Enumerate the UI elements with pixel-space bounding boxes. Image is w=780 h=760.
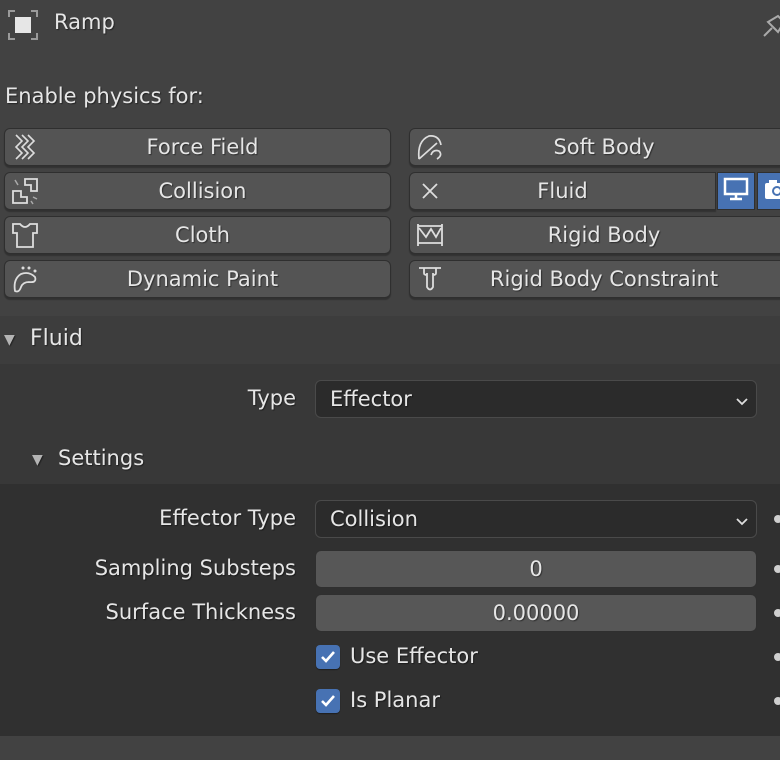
remove-x-icon[interactable] (410, 173, 450, 209)
sampling-substeps-label: Sampling Substeps (94, 556, 296, 580)
soft-body-icon (410, 129, 450, 165)
render-camera-icon (763, 177, 780, 205)
panel-footer (0, 736, 780, 760)
surface-thickness-field[interactable]: 0.00000 (315, 594, 757, 632)
keyframe-dot[interactable] (774, 697, 780, 705)
checkmark-icon (321, 651, 335, 663)
enable-physics-label: Enable physics for: (5, 84, 204, 108)
force-field-button[interactable]: Force Field (4, 128, 391, 166)
collapse-triangle-icon: ▼ (4, 332, 15, 348)
rigid-body-constraint-icon (410, 261, 450, 297)
cloth-button[interactable]: Cloth (4, 216, 391, 254)
rigid-body-label: Rigid Body (547, 223, 661, 247)
force-field-label: Force Field (146, 135, 259, 159)
use-effector-checkbox[interactable] (316, 645, 340, 669)
collision-label: Collision (158, 179, 247, 203)
sampling-substeps-field[interactable]: 0 (315, 550, 757, 588)
type-value: Effector (330, 387, 412, 411)
keyframe-dot[interactable] (774, 515, 780, 523)
collision-icon (5, 173, 45, 209)
use-effector-label[interactable]: Use Effector (350, 644, 478, 668)
viewport-icon (723, 177, 749, 205)
fluid-button[interactable]: Fluid (409, 172, 716, 210)
settings-collapse-icon[interactable]: ▼ (32, 452, 43, 468)
pin-icon[interactable] (762, 14, 780, 38)
chevron-down-icon (734, 390, 750, 406)
fluid-panel-title: Fluid (30, 326, 83, 351)
keyframe-dot[interactable] (774, 653, 780, 661)
fluid-label: Fluid (537, 179, 588, 203)
cloth-icon (5, 217, 45, 253)
rigid-body-constraint-label: Rigid Body Constraint (489, 267, 719, 291)
rigid-body-button[interactable]: Rigid Body (409, 216, 780, 254)
dynamic-paint-button[interactable]: Dynamic Paint (4, 260, 391, 298)
force-field-icon (5, 129, 45, 165)
settings-subpanel-title[interactable]: Settings (58, 446, 144, 470)
rigid-body-constraint-button[interactable]: Rigid Body Constraint (409, 260, 780, 298)
type-dropdown[interactable]: Effector (315, 380, 757, 418)
chevron-down-icon (734, 510, 750, 526)
soft-body-button[interactable]: Soft Body (409, 128, 780, 166)
dynamic-paint-icon (5, 261, 45, 297)
is-planar-checkbox[interactable] (316, 689, 340, 713)
dynamic-paint-label: Dynamic Paint (126, 267, 279, 291)
render-toggle[interactable] (757, 172, 780, 210)
effector-type-label: Effector Type (159, 506, 296, 530)
is-planar-label[interactable]: Is Planar (350, 688, 440, 712)
checkmark-icon (321, 695, 335, 707)
surface-thickness-label: Surface Thickness (105, 600, 296, 624)
soft-body-label: Soft Body (553, 135, 655, 159)
type-label: Type (247, 386, 296, 410)
collision-button[interactable]: Collision (4, 172, 391, 210)
rigid-body-icon (410, 217, 450, 253)
object-name: Ramp (54, 10, 115, 34)
keyframe-dot[interactable] (774, 609, 780, 617)
fluid-panel-header[interactable]: ▼ Fluid (0, 316, 780, 364)
effector-type-dropdown[interactable]: Collision (315, 500, 757, 538)
cloth-label: Cloth (175, 223, 230, 247)
keyframe-dot[interactable] (774, 565, 780, 573)
viewport-toggle[interactable] (717, 172, 755, 210)
effector-type-value: Collision (330, 507, 418, 531)
object-data-icon (8, 10, 38, 40)
